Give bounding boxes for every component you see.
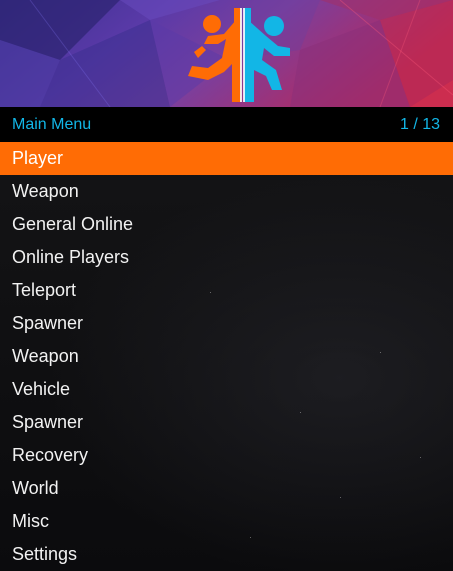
background-speck bbox=[210, 292, 211, 293]
menu-item-recovery[interactable]: Recovery bbox=[0, 439, 453, 472]
menu-item-weapon[interactable]: Weapon bbox=[0, 175, 453, 208]
menu-item-world[interactable]: World bbox=[0, 472, 453, 505]
menu-title: Main Menu bbox=[12, 116, 92, 133]
trainer-menu: Main Menu 1 / 13 Player Weapon General O… bbox=[0, 0, 453, 571]
menu-item-spawner[interactable]: Spawner bbox=[0, 307, 453, 340]
background-speck bbox=[380, 352, 381, 353]
menu-item-misc[interactable]: Misc bbox=[0, 505, 453, 538]
menu-item-settings[interactable]: Settings bbox=[0, 538, 453, 571]
menu-item-weapon-2[interactable]: Weapon bbox=[0, 340, 453, 373]
menu-item-online-players[interactable]: Online Players bbox=[0, 241, 453, 274]
menu-item-spawner-2[interactable]: Spawner bbox=[0, 406, 453, 439]
menu-item-list: Player Weapon General Online Online Play… bbox=[0, 142, 453, 571]
menu-position-counter: 1 / 13 bbox=[399, 116, 440, 133]
background-speck bbox=[340, 497, 341, 498]
menu-banner bbox=[0, 0, 453, 107]
menu-item-vehicle[interactable]: Vehicle bbox=[0, 373, 453, 406]
background-speck bbox=[250, 537, 251, 538]
menu-item-player[interactable]: Player bbox=[0, 142, 453, 175]
background-speck bbox=[300, 412, 301, 413]
portal-runner-logo-icon bbox=[188, 8, 290, 102]
menu-subheader: Main Menu 1 / 13 bbox=[0, 107, 453, 142]
menu-item-general-online[interactable]: General Online bbox=[0, 208, 453, 241]
menu-item-teleport[interactable]: Teleport bbox=[0, 274, 453, 307]
background-speck bbox=[420, 457, 421, 458]
